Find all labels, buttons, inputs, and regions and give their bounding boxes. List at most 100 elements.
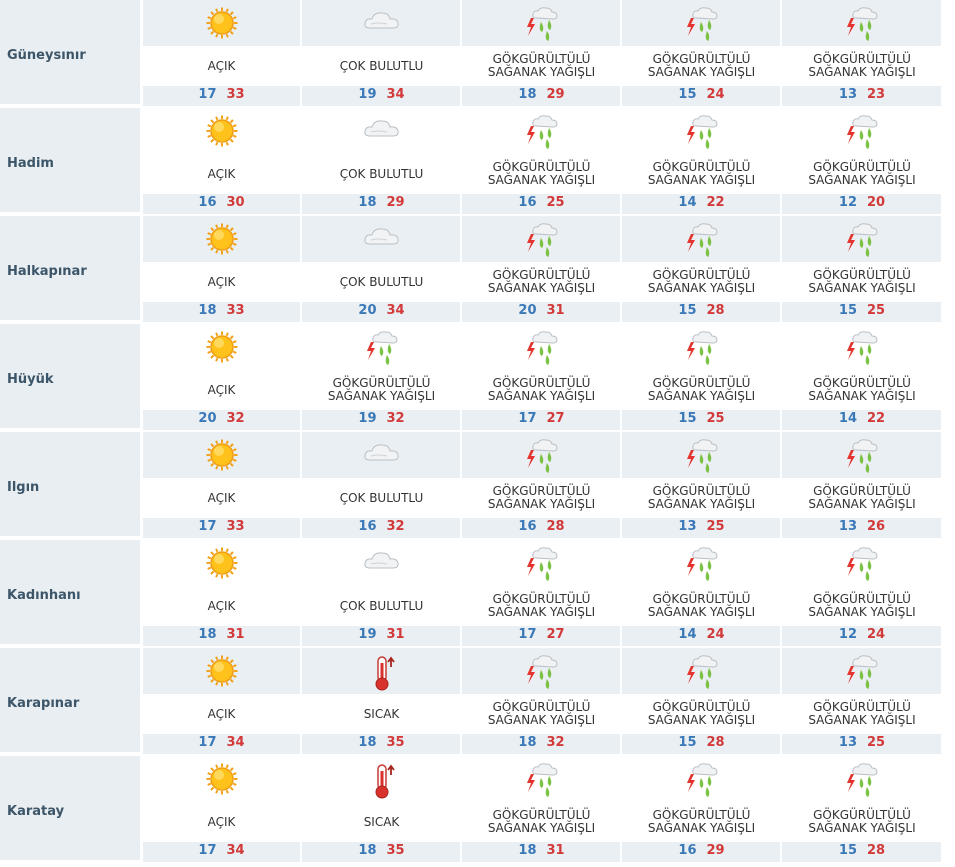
min-temperature: 19 [358, 627, 377, 642]
column-divider [460, 756, 462, 862]
temperature-range: 14 24 [623, 627, 780, 645]
condition-label: GÖKGÜRÜLTÜLÜ SAĞANAK YAĞIŞLI [303, 370, 460, 410]
condition-label: GÖKGÜRÜLTÜLÜ SAĞANAK YAĞIŞLI [463, 46, 620, 86]
thunderstorm-icon [783, 438, 941, 474]
max-temperature: 34 [386, 87, 405, 102]
thunderstorm-icon [783, 330, 941, 366]
forecast-day-cell: AÇIK 20 32 [143, 324, 300, 430]
forecast-day-cell: AÇIK 17 33 [143, 0, 300, 106]
temperature-range: 13 25 [783, 735, 941, 753]
temperature-range: 18 29 [303, 195, 460, 213]
condition-label: ÇOK BULUTLU [303, 586, 460, 626]
min-temperature: 17 [198, 519, 217, 534]
thunderstorm-icon [783, 654, 941, 690]
column-divider [620, 540, 622, 646]
temperature-range: 20 31 [463, 303, 620, 321]
condition-text: GÖKGÜRÜLTÜLÜ SAĞANAK YAĞIŞLI [327, 376, 436, 403]
thunderstorm-icon [783, 6, 941, 42]
temperature-range: 18 31 [463, 843, 620, 861]
thunderstorm-icon [783, 222, 941, 258]
forecast-day-cell: GÖKGÜRÜLTÜLÜ SAĞANAK YAĞIŞLI 18 32 [463, 648, 620, 754]
city-name[interactable]: Ilgın [7, 480, 39, 495]
column-divider [620, 648, 622, 754]
city-name[interactable]: Hüyük [7, 372, 54, 387]
forecast-day-cell: AÇIK 16 30 [143, 108, 300, 214]
city-name[interactable]: Hadim [7, 156, 54, 171]
temperature-range: 17 34 [143, 843, 300, 861]
condition-label: AÇIK [143, 46, 300, 86]
thunderstorm-icon [783, 762, 941, 798]
max-temperature: 31 [546, 303, 565, 318]
min-temperature: 16 [198, 195, 217, 210]
max-temperature: 29 [706, 843, 725, 858]
max-temperature: 27 [546, 627, 565, 642]
temperature-range: 20 34 [303, 303, 460, 321]
min-temperature: 17 [518, 627, 537, 642]
min-temperature: 13 [678, 519, 697, 534]
max-temperature: 30 [226, 195, 245, 210]
max-temperature: 25 [867, 303, 886, 318]
temperature-range: 15 28 [623, 303, 780, 321]
thunderstorm-icon [623, 222, 780, 258]
max-temperature: 33 [226, 87, 245, 102]
condition-label: GÖKGÜRÜLTÜLÜ SAĞANAK YAĞIŞLI [623, 694, 780, 734]
condition-text: SICAK [363, 814, 400, 829]
table-row: Hüyük AÇIK 20 32 GÖKGÜRÜLTÜLÜ SAĞANAK YAĞIŞL… [0, 324, 955, 432]
thunderstorm-icon [623, 330, 780, 366]
condition-label: GÖKGÜRÜLTÜLÜ SAĞANAK YAĞIŞLI [463, 694, 620, 734]
min-temperature: 18 [358, 195, 377, 210]
city-cell: Kadınhanı [0, 540, 140, 646]
city-name[interactable]: Halkapınar [7, 264, 87, 279]
forecast-day-cell: GÖKGÜRÜLTÜLÜ SAĞANAK YAĞIŞLI 20 31 [463, 216, 620, 322]
city-name[interactable]: Kadınhanı [7, 588, 81, 603]
thunderstorm-icon [463, 762, 620, 798]
thunderstorm-icon [623, 654, 780, 690]
min-temperature: 19 [358, 411, 377, 426]
column-divider [780, 216, 782, 322]
min-temperature: 12 [838, 627, 857, 642]
min-temperature: 20 [358, 303, 377, 318]
min-temperature: 13 [838, 735, 857, 750]
max-temperature: 31 [226, 627, 245, 642]
column-divider [300, 108, 302, 214]
condition-text: SICAK [363, 706, 400, 721]
column-divider [780, 108, 782, 214]
max-temperature: 22 [867, 411, 886, 426]
forecast-day-cell: GÖKGÜRÜLTÜLÜ SAĞANAK YAĞIŞLI 13 25 [783, 648, 941, 754]
thunderstorm-icon [623, 762, 780, 798]
max-temperature: 35 [386, 843, 405, 858]
forecast-day-cell: AÇIK 18 31 [143, 540, 300, 646]
column-divider [460, 324, 462, 430]
condition-text: AÇIK [207, 58, 236, 73]
condition-label: GÖKGÜRÜLTÜLÜ SAĞANAK YAĞIŞLI [463, 478, 620, 518]
thunderstorm-icon [623, 6, 780, 42]
condition-text: ÇOK BULUTLU [339, 598, 424, 613]
condition-text: ÇOK BULUTLU [339, 166, 424, 181]
temperature-range: 17 33 [143, 87, 300, 105]
city-name[interactable]: Karapınar [7, 696, 79, 711]
condition-text: GÖKGÜRÜLTÜLÜ SAĞANAK YAĞIŞLI [647, 268, 756, 295]
temperature-range: 18 32 [463, 735, 620, 753]
condition-label: GÖKGÜRÜLTÜLÜ SAĞANAK YAĞIŞLI [623, 154, 780, 194]
temperature-range: 16 28 [463, 519, 620, 537]
condition-label: GÖKGÜRÜLTÜLÜ SAĞANAK YAĞIŞLI [463, 154, 620, 194]
max-temperature: 27 [546, 411, 565, 426]
forecast-day-cell: GÖKGÜRÜLTÜLÜ SAĞANAK YAĞIŞLI 15 25 [783, 216, 941, 322]
column-divider [620, 108, 622, 214]
condition-label: GÖKGÜRÜLTÜLÜ SAĞANAK YAĞIŞLI [463, 802, 620, 842]
condition-text: GÖKGÜRÜLTÜLÜ SAĞANAK YAĞIŞLI [487, 268, 596, 295]
table-row: Hadim AÇIK 16 30 ÇOK BULUTLU 18 29 GÖKGÜRÜLTÜLÜ… [0, 108, 955, 216]
temperature-range: 15 24 [623, 87, 780, 105]
min-temperature: 16 [518, 519, 537, 534]
temperature-range: 12 20 [783, 195, 941, 213]
city-cell: Karatay [0, 756, 140, 862]
condition-label: ÇOK BULUTLU [303, 46, 460, 86]
column-divider [300, 0, 302, 106]
min-temperature: 15 [678, 303, 697, 318]
min-temperature: 15 [678, 411, 697, 426]
city-name[interactable]: Güneysınır [7, 48, 86, 63]
forecast-day-cell: GÖKGÜRÜLTÜLÜ SAĞANAK YAĞIŞLI 15 25 [623, 324, 780, 430]
max-temperature: 28 [706, 303, 725, 318]
city-name[interactable]: Karatay [7, 804, 64, 819]
forecast-day-cell: GÖKGÜRÜLTÜLÜ SAĞANAK YAĞIŞLI 15 24 [623, 0, 780, 106]
